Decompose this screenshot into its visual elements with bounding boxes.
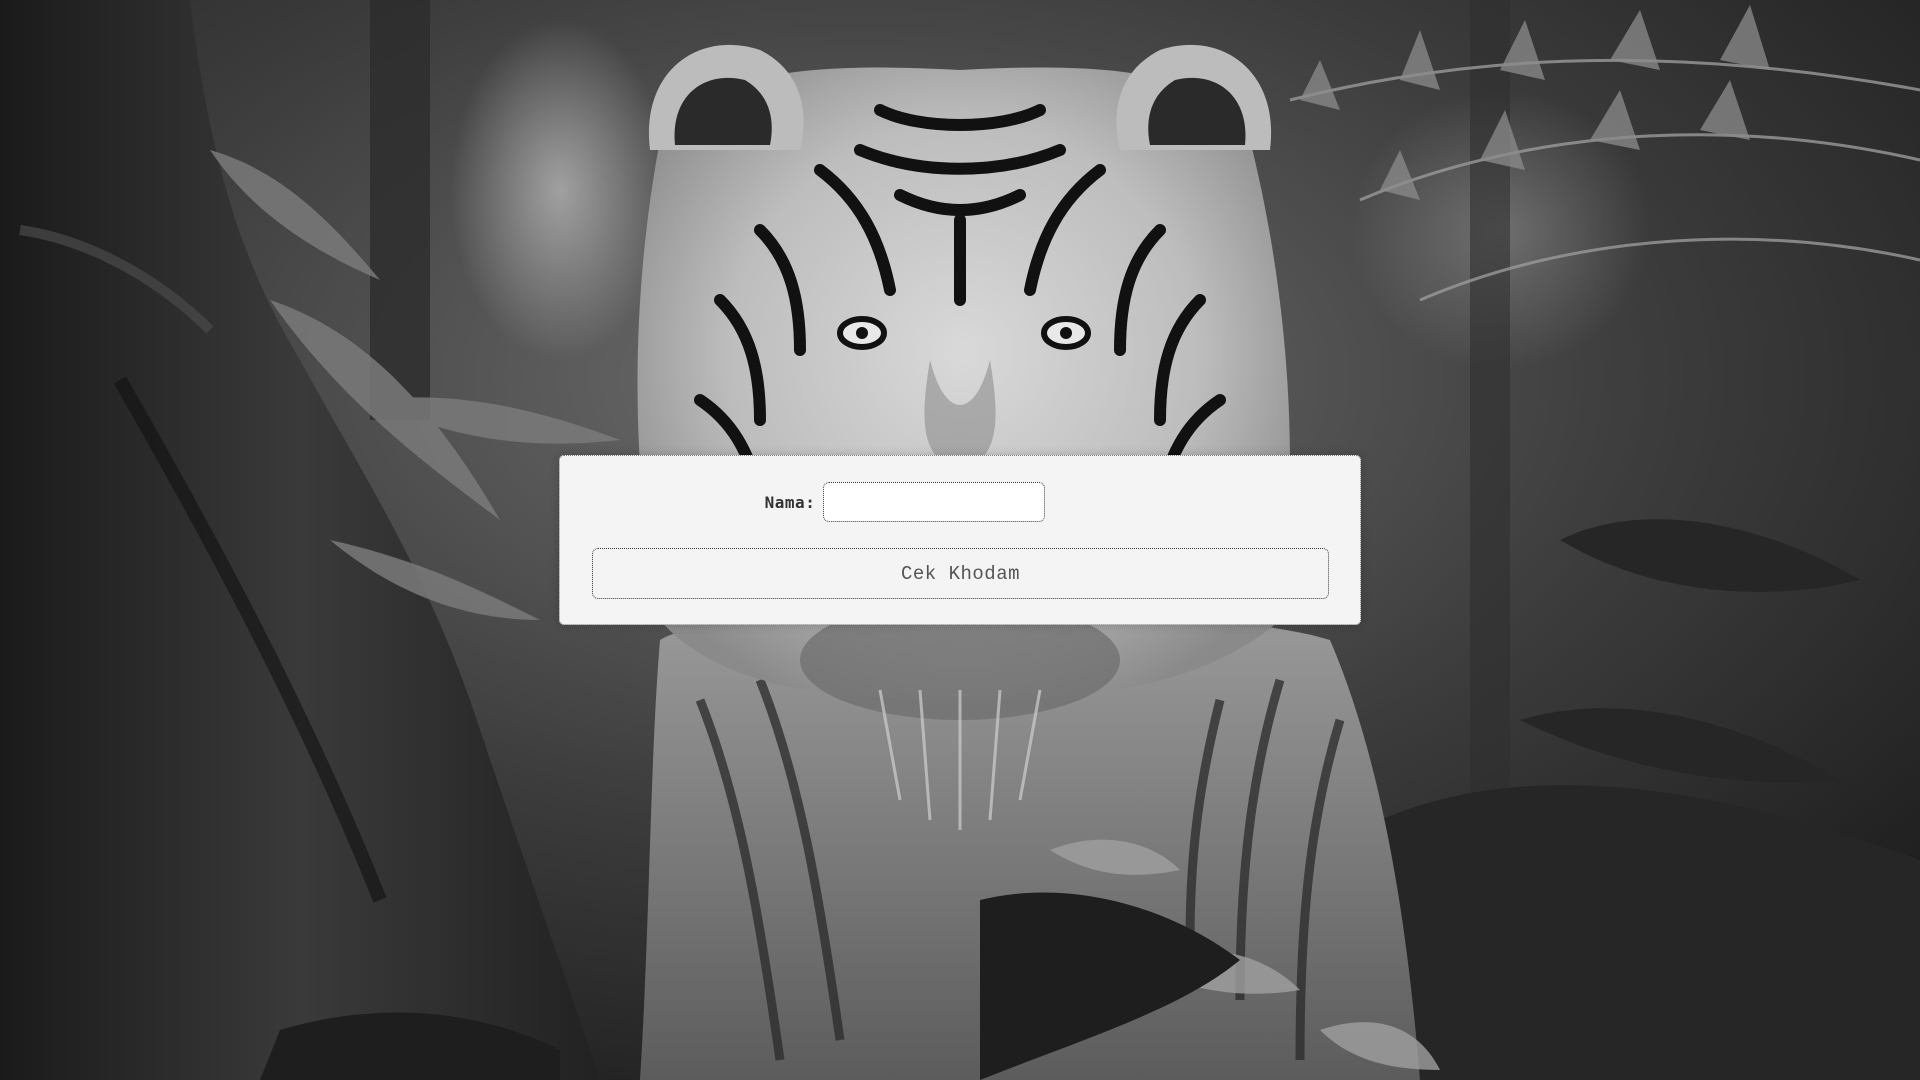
name-row: Nama: xyxy=(560,482,1360,522)
name-input[interactable] xyxy=(823,482,1046,522)
khodam-form-card: Nama: Cek Khodam xyxy=(559,455,1361,625)
check-khodam-button[interactable]: Cek Khodam xyxy=(592,548,1329,599)
name-label: Nama: xyxy=(764,492,816,512)
